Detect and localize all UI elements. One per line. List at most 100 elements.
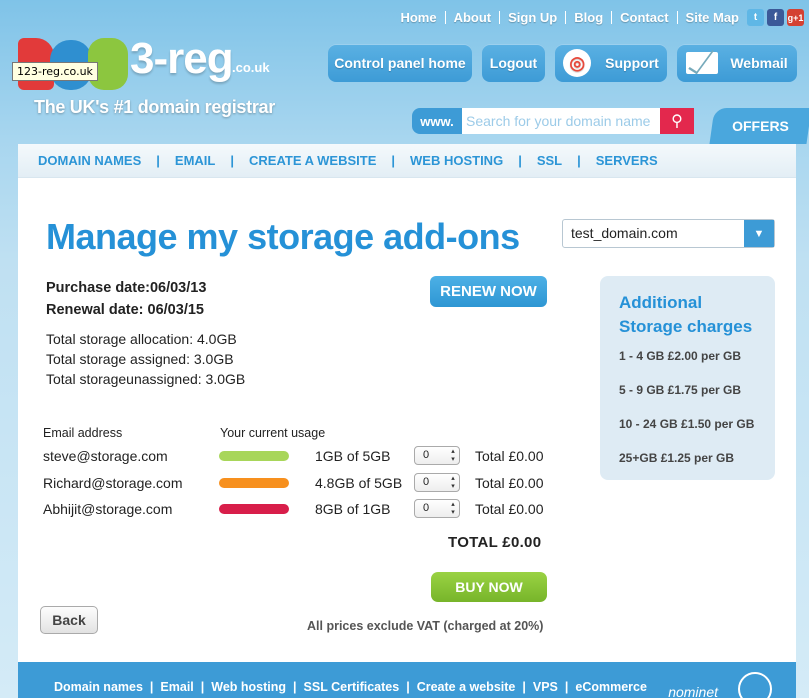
nav-separator: | [518,153,522,168]
nav-servers[interactable]: SERVERS [596,153,658,168]
quantity-stepper[interactable]: 0 [414,499,460,518]
nav-domain-names[interactable]: DOMAIN NAMES [38,153,141,168]
nav-ssl[interactable]: SSL [537,153,562,168]
top-link-sitemap[interactable]: Site Map [678,11,747,24]
top-link-signup[interactable]: Sign Up [500,11,567,24]
usage-bar [219,478,289,488]
offers-tab[interactable]: OFFERS [709,108,809,144]
buy-now-button[interactable]: BUY NOW [431,572,547,602]
footer-links: Domain names | Email | Web hosting | SSL Ce… [54,680,647,694]
top-link-home[interactable]: Home [392,11,446,24]
social-icons: t f g+1 [747,9,804,26]
logout-label: Logout [489,55,538,71]
footer: Domain names | Email | Web hosting | SSL Ce… [18,662,796,698]
top-link-about[interactable]: About [446,11,501,24]
footer-separator: | [293,680,297,694]
nav-separator: | [156,153,160,168]
row-email: Abhijit@storage.com [43,501,173,517]
grand-total: TOTAL £0.00 [448,534,542,551]
tagline: The UK's #1 domain registrar [34,97,275,117]
footer-link-vps[interactable]: VPS [533,680,558,694]
row-usage: 8GB of 1GB [315,501,391,517]
total-allocation: Total storage allocation: 4.0GB [46,331,237,347]
nominet-logo: nominet [668,684,718,698]
footer-separator: | [406,680,410,694]
table-row: Richard@storage.com 4.8GB of 5GB 0 Total… [43,473,548,495]
domain-select[interactable]: test_domain.com ▼ [562,219,775,248]
row-total: Total £0.00 [475,501,544,517]
lifebuoy-icon: ◎ [563,49,592,77]
footer-link-web-hosting[interactable]: Web hosting [211,680,286,694]
footer-separator: | [149,680,154,694]
price-tier: 5 - 9 GB £1.75 per GB [619,383,742,397]
envelope-icon [686,52,719,74]
top-link-contact[interactable]: Contact [612,11,678,24]
price-tier: 25+GB £1.25 per GB [619,451,735,465]
domain-search-input[interactable] [462,108,660,134]
purchase-date: Purchase date:06/03/13 [46,280,207,296]
control-panel-label: Control panel home [334,55,466,71]
support-label: Support [605,55,659,71]
webmail-button[interactable]: Webmail [677,44,797,82]
renewal-date: Renewal date: 06/03/15 [46,302,204,318]
support-button[interactable]: ◎ Support [555,44,667,82]
column-header-email: Email address [43,426,123,440]
subscription-dates: Purchase date:06/03/13 Renewal date: 06/… [46,277,206,321]
row-usage: 1GB of 5GB [315,448,391,464]
row-email: Richard@storage.com [43,475,183,491]
nav-separator: | [230,153,235,168]
control-panel-button[interactable]: Control panel home [328,44,472,82]
usage-bar [219,504,289,514]
price-tier: 1 - 4 GB £2.00 per GB [619,349,742,363]
row-total: Total £0.00 [475,475,544,491]
footer-link-ssl[interactable]: SSL Certificates [304,680,400,694]
www-prefix: www. [412,108,462,134]
price-tier: 10 - 24 GB £1.50 per GB [619,417,755,431]
nav-create-website[interactable]: CREATE A WEBSITE [249,153,376,168]
row-usage: 4.8GB of 5GB [315,475,403,491]
usage-bar [219,451,289,461]
footer-link-ecommerce[interactable]: eCommerce [575,680,647,694]
footer-link-domain-names[interactable]: Domain names [54,680,143,694]
logo-tooltip: 123-reg.co.uk [12,62,98,81]
renew-now-button[interactable]: RENEW NOW [430,276,547,307]
storage-charges-title-line2: Storage charges [619,317,753,336]
main-nav: DOMAIN NAMES | EMAIL | CREATE A WEBSITE | W… [18,144,796,178]
nav-separator: | [577,153,581,168]
logout-button[interactable]: Logout [482,44,545,82]
top-links: Home About Sign Up Blog Contact Site Map… [392,9,809,26]
offers-label: OFFERS [732,118,789,134]
quantity-stepper[interactable]: 0 [414,446,460,465]
footer-link-email[interactable]: Email [160,680,193,694]
top-link-blog[interactable]: Blog [566,11,613,24]
nav-web-hosting[interactable]: WEB HOSTING [410,153,503,168]
logo-text: 3-reg [130,34,234,83]
chevron-down-icon[interactable]: ▼ [744,220,774,247]
globe-icon [738,672,772,698]
total-assigned: Total storage assigned: 3.0GB [46,351,234,367]
page-title: Manage my storage add-ons [46,216,520,257]
table-row: Abhijit@storage.com 8GB of 1GB 0 Total £… [43,499,548,521]
search-icon[interactable]: ⚲ [660,108,694,134]
table-row: steve@storage.com 1GB of 5GB 0 Total £0.… [43,446,548,468]
row-email: steve@storage.com [43,448,168,464]
column-header-usage: Your current usage [220,426,326,440]
google-plus-icon[interactable]: g+1 [787,9,804,26]
domain-select-value: test_domain.com [571,225,678,241]
back-button[interactable]: Back [40,606,98,634]
nav-separator: | [391,153,396,168]
twitter-icon[interactable]: t [747,9,764,26]
total-unassigned: Total storageunassigned: 3.0GB [46,371,246,387]
logo-suffix: .co.uk [232,60,270,75]
storage-charges-box: Additional Storage charges 1 - 4 GB £2.0… [600,276,775,480]
vat-note: All prices exclude VAT (charged at 20%) [307,619,544,633]
footer-link-create-website[interactable]: Create a website [417,680,516,694]
quantity-stepper[interactable]: 0 [414,473,460,492]
storage-charges-title-line1: Additional [619,293,703,312]
row-total: Total £0.00 [475,448,544,464]
footer-separator: | [564,680,569,694]
nav-email[interactable]: EMAIL [175,153,215,168]
facebook-icon[interactable]: f [767,9,784,26]
storage-totals: Total storage allocation: 4.0GB Total st… [46,329,245,389]
domain-search: www. ⚲ [412,108,694,134]
